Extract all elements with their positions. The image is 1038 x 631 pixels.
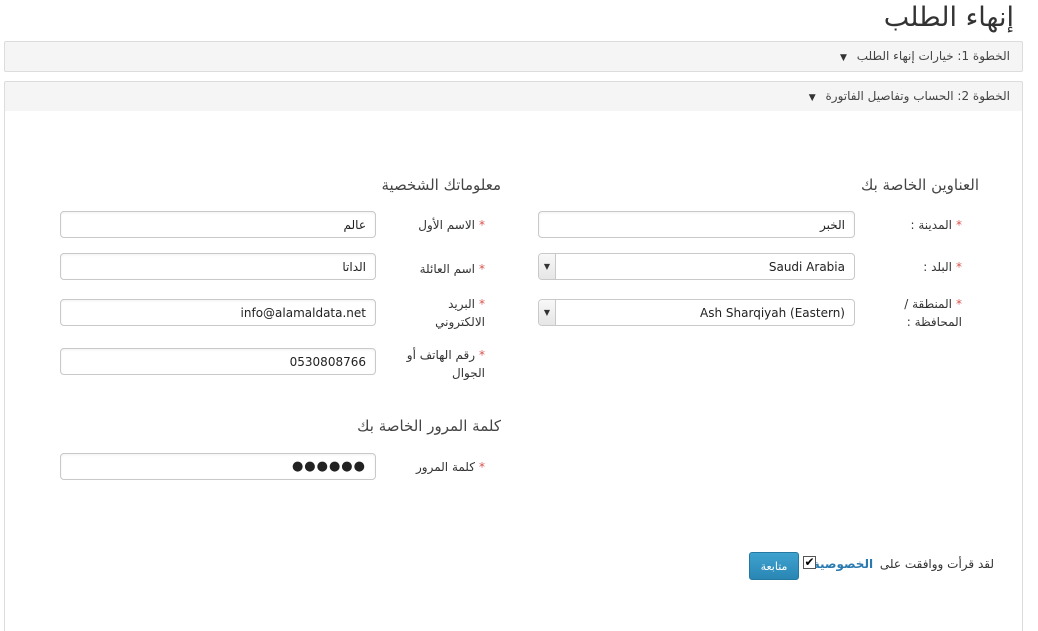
chevron-down-icon: ▼ [539,254,556,279]
step-1-label: الخطوة 1: خيارات إنهاء الطلب [856,49,1010,63]
country-select[interactable]: ▼ Saudi Arabia [538,253,855,280]
phone-label: رقم الهاتف أو الجوال [406,348,485,380]
region-select[interactable]: ▼ Ash Sharqiyah (Eastern) [538,299,855,326]
continue-button[interactable]: متابعة [749,552,799,580]
email-label: البريد الالكتروني [435,297,485,329]
email-label-wrap: *البريد الالكتروني [405,295,485,331]
page-title: إنهاء الطلب [883,2,1014,33]
region-value: Ash Sharqiyah (Eastern) [700,306,845,320]
first-name-label-wrap: * الاسم الأول [395,216,485,234]
privacy-checkbox[interactable]: ✔ [803,556,816,569]
password-input[interactable]: ●●●●●● [60,453,376,480]
password-heading: كلمة المرور الخاصة بك [357,417,501,435]
chevron-down-icon: ▼ [539,300,556,325]
required-mark: * [479,218,485,232]
city-label-wrap: * المدينة : [882,216,962,234]
caret-down-icon: ▼ [808,93,816,103]
step-2-label-wrap: الخطوة 2: الحساب وتفاصيل الفاتورة ▼ [809,89,1010,103]
step-1-label-wrap: الخطوة 1: خيارات إنهاء الطلب ▼ [840,49,1010,63]
step-2-label: الخطوة 2: الحساب وتفاصيل الفاتورة [825,89,1010,103]
region-label-wrap: *المنطقة / المحافظة : [882,295,962,331]
required-mark: * [956,218,962,232]
address-heading: العناوين الخاصة بك [860,176,979,194]
agreement-text: لقد قرأت ووافقت على [879,557,994,571]
city-label: المدينة : [910,218,952,232]
required-mark: * [479,262,485,276]
email-input[interactable] [60,299,376,326]
required-mark: * [956,260,962,274]
first-name-label: الاسم الأول [418,218,475,232]
personal-info-heading: معلوماتك الشخصية [381,176,501,194]
required-mark: * [479,460,485,474]
required-mark: * [479,348,485,362]
country-label: البلد : [923,260,952,274]
phone-label-wrap: *رقم الهاتف أو الجوال [395,346,485,382]
last-name-input[interactable] [60,253,376,280]
password-label: كلمة المرور [415,460,475,474]
region-label: المنطقة / المحافظة : [904,297,962,329]
required-mark: * [956,297,962,311]
last-name-label: اسم العائلة [419,262,475,276]
phone-input[interactable] [60,348,376,375]
city-input[interactable] [538,211,855,238]
password-label-wrap: * كلمة المرور [395,458,485,476]
step-1-header[interactable]: الخطوة 1: خيارات إنهاء الطلب ▼ [4,41,1023,72]
required-mark: * [479,297,485,311]
checkmark-icon: ✔ [804,555,815,569]
country-value: Saudi Arabia [768,260,845,274]
last-name-label-wrap: * اسم العائلة [395,260,485,278]
caret-down-icon: ▼ [840,53,847,63]
step-2-header[interactable]: الخطوة 2: الحساب وتفاصيل الفاتورة ▼ [4,81,1023,112]
privacy-link[interactable]: الخصوصية [813,557,873,571]
country-label-wrap: * البلد : [882,258,962,276]
first-name-input[interactable] [60,211,376,238]
privacy-agreement: لقد قرأت ووافقت على الخصوصية [810,557,994,571]
